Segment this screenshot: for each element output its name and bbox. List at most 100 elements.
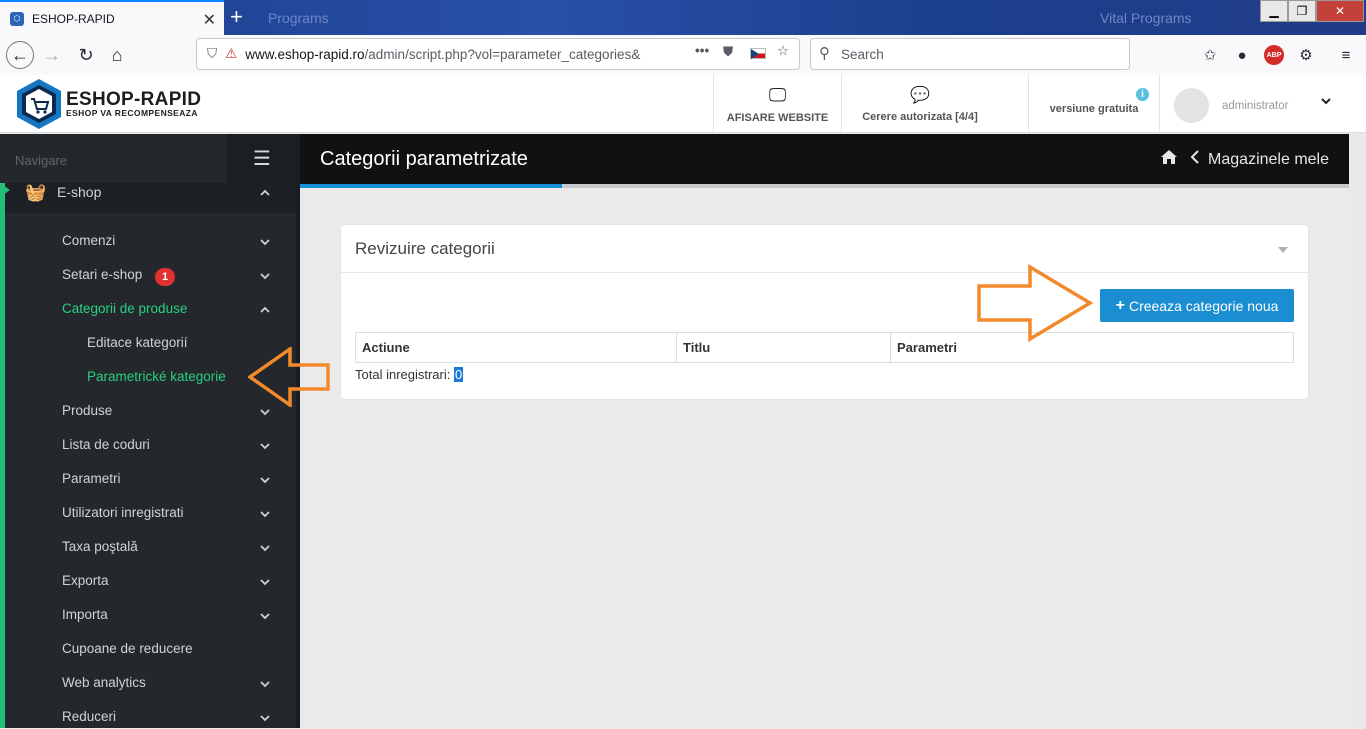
chevron-down-icon[interactable] [258,541,272,555]
tab-favicon-icon: ⬡ [10,11,24,26]
chevron-down-icon[interactable] [258,711,272,725]
page-title: Categorii parametrizate [320,148,528,170]
card-title: Revizuire categorii [355,239,495,258]
menu-icon[interactable]: ≡ [1336,45,1356,65]
bookmarks-icon[interactable]: ✩ [1200,45,1220,65]
chevron-up-icon[interactable] [258,186,272,205]
chevron-down-icon[interactable] [258,507,272,521]
sidebar [0,134,298,728]
chevron-down-icon[interactable] [258,405,272,419]
user-menu-divider [1159,75,1160,133]
chevron-down-icon[interactable] [258,269,272,283]
sidebar-active-edge [0,183,5,728]
version-block[interactable]: versiune gratuita i [1028,75,1159,133]
notification-badge: 1 [155,268,175,286]
chevron-down-icon[interactable] [258,609,272,623]
search-icon: ⚲ [819,45,830,62]
page-progress-bar [300,184,1349,188]
new-tab-icon[interactable]: + [230,4,243,30]
pocket-icon[interactable]: ⛊ [723,44,733,60]
sidebar-item-utilizatori[interactable]: Utilizatori inregistrati [62,505,184,525]
annotation-arrow-right-icon [977,264,1094,342]
close-window-icon[interactable]: ✕ [1316,0,1364,22]
view-website-button[interactable]: 🖵 AFISARE WEBSITE [713,75,841,133]
sidebar-subitem-editace[interactable]: Editace kategorií [87,335,188,350]
sidebar-item-reduceri[interactable]: Reduceri [62,709,116,729]
monitor-icon: 🖵 [768,84,787,105]
account-icon[interactable]: ● [1232,45,1252,65]
home-icon[interactable] [1160,149,1178,170]
extension-icon[interactable]: ⚙ [1296,45,1316,65]
chevron-up-icon[interactable] [258,303,272,317]
sidebar-section-eshop[interactable]: 🧺 E-shop [5,183,296,213]
sidebar-item-cupoane[interactable]: Cupoane de reducere [62,641,193,661]
nav-heading: Navigare [15,153,68,168]
sidebar-section-label: E-shop [57,184,102,200]
app-header: ESHOP-RAPID ESHOP VA RECOMPENSEAZA 🖵 AFI… [0,75,1366,133]
maximize-icon[interactable]: ❐ [1288,0,1316,22]
page-actions-icon[interactable]: ••• [695,43,709,58]
card-collapse-icon[interactable] [1278,247,1288,253]
sidebar-subitem-parametricke[interactable]: Parametrické kategorie [87,369,226,384]
chevron-down-icon[interactable] [258,677,272,691]
breadcrumb-link[interactable]: Magazinele mele [1208,151,1329,169]
url-bar[interactable]: ⛉ ⚠ www.eshop-rapid.ro/admin/script.php?… [196,38,800,70]
create-category-label: Creeaza categorie noua [1128,297,1279,314]
home-icon[interactable]: ⌂ [103,41,131,69]
requests-label: Cerere autorizata [4/4] [862,111,978,123]
column-header[interactable]: Actiune [356,333,677,362]
create-category-button[interactable]: + Creeaza categorie noua [1100,289,1294,322]
categories-table-header: Actiune Titlu Parametri [355,332,1294,363]
sidebar-item-importa[interactable]: Importa [62,607,108,627]
tab-close-icon[interactable]: ✕ [203,10,216,30]
adblock-icon[interactable]: ABP [1264,45,1284,65]
insecure-lock-icon[interactable]: ⚠ [225,46,237,62]
bookmark-star-icon[interactable]: ☆ [777,43,789,59]
url-host: www.eshop-rapid.ro [245,46,365,62]
url-path: /admin/script.php?vol=parameter_categori… [364,46,641,62]
chevron-down-icon[interactable] [1320,94,1332,112]
tab-bar: Programs Vital Programs ⬡ ESHOP-RAPID ✕ … [0,0,1366,35]
total-records: Total inregistrari: 0 [355,367,464,382]
page-header: Categorii parametrizate Magazinele mele [300,134,1349,184]
chat-bubbles-icon: 💬 [910,87,930,104]
user-name[interactable]: administrator [1222,100,1288,112]
sidebar-item-setari-eshop[interactable]: Setari e-shop [62,267,142,287]
sidebar-item-lista-coduri[interactable]: Lista de coduri [62,437,150,457]
sidebar-item-web-analytics[interactable]: Web analytics [62,675,146,695]
avatar[interactable] [1174,88,1209,123]
logo-hexagon-icon[interactable] [14,77,64,131]
info-icon[interactable]: i [1136,88,1149,101]
nav-toolbar: ← → ↻ ⌂ ⛉ ⚠ www.eshop-rapid.ro/admin/scr… [0,35,1366,75]
chevron-down-icon[interactable] [258,473,272,487]
version-label: versiune gratuita [1049,103,1139,115]
sidebar-item-comenzi[interactable]: Comenzi [62,233,115,253]
column-header[interactable]: Titlu [677,333,891,362]
chevron-down-icon[interactable] [258,575,272,589]
reload-icon[interactable]: ↻ [72,41,100,69]
flag-cz-icon[interactable] [750,48,766,59]
breadcrumb: Magazinele mele [1160,149,1329,170]
plus-icon: + [1115,296,1125,314]
sidebar-item-exporta[interactable]: Exporta [62,573,109,593]
chevron-down-icon[interactable] [258,439,272,453]
shield-icon[interactable]: ⛉ [207,46,217,62]
tab-title: ESHOP-RAPID [32,11,115,26]
hamburger-menu-icon[interactable]: ☰ [227,134,297,183]
minimize-icon[interactable]: ▁ [1260,0,1288,22]
sidebar-item-parametri[interactable]: Parametri [62,471,121,491]
active-tab[interactable]: ⬡ ESHOP-RAPID ✕ [0,0,224,35]
sidebar-item-produse[interactable]: Produse [62,403,112,423]
chevron-down-icon[interactable] [258,235,272,249]
back-icon[interactable]: ← [6,41,34,69]
scrollbar-track[interactable] [1349,134,1366,728]
total-value: 0 [454,367,464,382]
search-input[interactable]: ⚲ Search [810,38,1130,70]
browser-chrome: Programs Vital Programs ⬡ ESHOP-RAPID ✕ … [0,0,1366,75]
requests-button[interactable]: 💬 Cerere autorizata [4/4] [841,75,998,133]
forward-icon[interactable]: → [38,41,66,69]
sidebar-item-taxa-postala[interactable]: Taxa poştală [62,539,138,559]
basket-icon: 🧺 [25,183,47,202]
sidebar-item-categorii[interactable]: Categorii de produse [62,301,187,321]
bg-tab-text: Vital Programs [1100,10,1192,26]
